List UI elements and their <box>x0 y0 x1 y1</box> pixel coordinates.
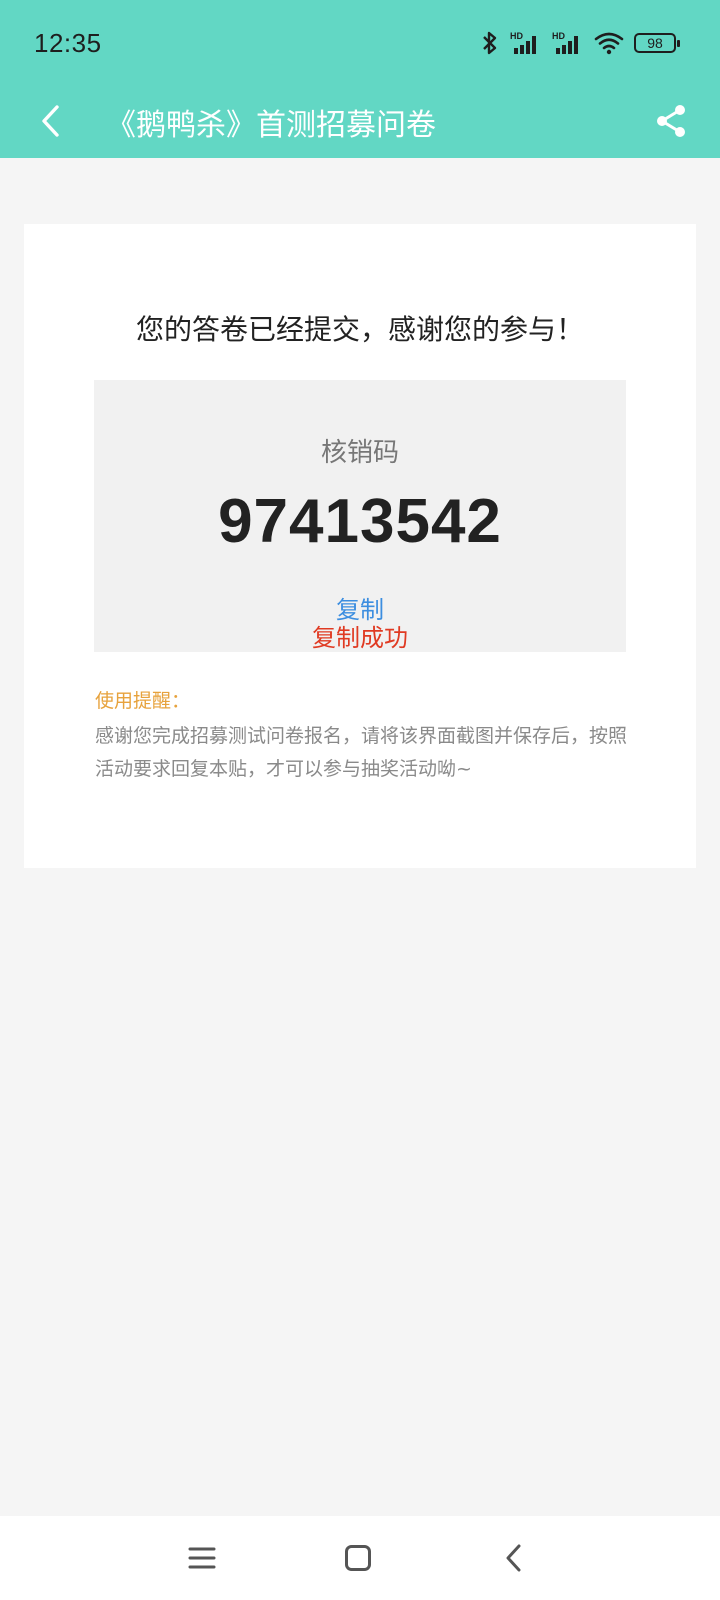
back-button[interactable] <box>24 96 78 150</box>
svg-text:HD: HD <box>552 31 565 41</box>
battery-icon: 98 <box>634 33 680 53</box>
home-icon <box>344 1544 372 1576</box>
status-time: 12:35 <box>34 28 102 58</box>
svg-text:HD: HD <box>510 31 523 41</box>
back-icon <box>504 1543 524 1577</box>
hd-signal-icon: HD <box>510 30 542 56</box>
reminder-title: 使用提醒： <box>95 690 191 712</box>
thanks-message: 您的答卷已经提交，感谢您的参与！ <box>135 313 584 346</box>
status-bar: 12:35 HD HD 98 <box>0 0 720 88</box>
result-card: 您的答卷已经提交，感谢您的参与！ 核销码 97413542 复制 复制成功 使用… <box>24 224 696 868</box>
copy-success-message: 复制成功 <box>312 624 408 652</box>
recent-apps-button[interactable] <box>178 1536 226 1584</box>
redeem-code-box: 核销码 97413542 复制 复制成功 <box>94 380 626 652</box>
wifi-icon <box>594 31 624 55</box>
copy-button[interactable]: 复制 <box>94 590 626 625</box>
system-nav-bar <box>0 1516 720 1600</box>
menu-icon <box>188 1546 216 1574</box>
home-button[interactable] <box>334 1536 382 1584</box>
system-back-button[interactable] <box>490 1536 538 1584</box>
page-title: 《鹅鸭杀》首测招募问卷 <box>106 108 436 143</box>
share-button[interactable] <box>644 96 698 150</box>
share-icon <box>655 104 687 142</box>
app-bar: 《鹅鸭杀》首测招募问卷 <box>0 88 720 158</box>
code-label: 核销码 <box>320 438 399 468</box>
chevron-left-icon <box>40 104 62 142</box>
status-icons: HD HD 98 <box>480 30 680 56</box>
bluetooth-icon <box>480 30 500 56</box>
hd-signal-icon: HD <box>552 30 584 56</box>
reminder-body: 感谢您完成招募测试问卷报名，请将该界面截图并保存后，按照活动要求回复本贴，才可以… <box>95 725 628 780</box>
redeem-code: 97413542 <box>218 487 502 556</box>
